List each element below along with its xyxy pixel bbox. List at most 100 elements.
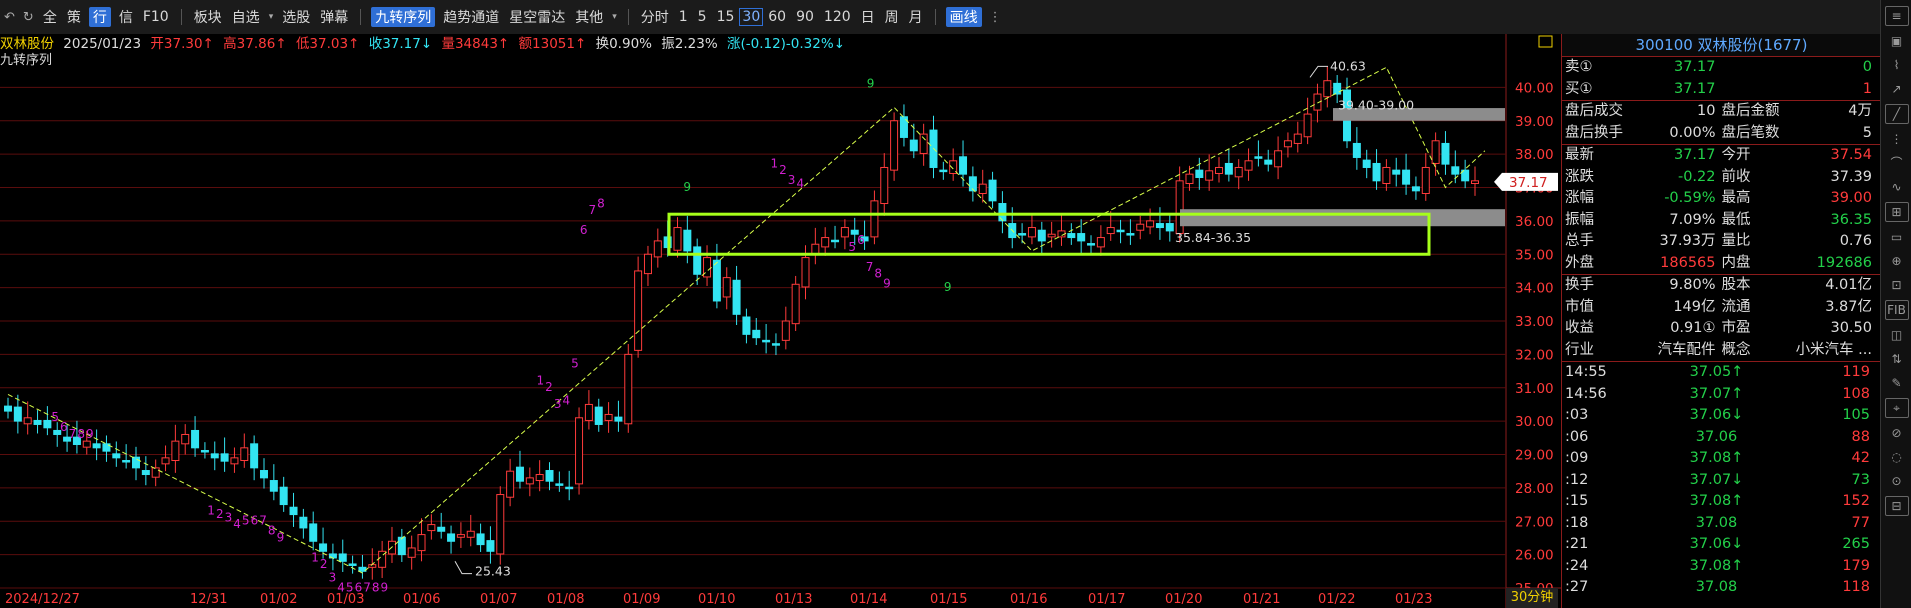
quote-label: 涨幅 bbox=[1565, 190, 1594, 206]
draw-tool-icon[interactable]: ⊟ bbox=[1884, 496, 1909, 516]
toolbar-item-15[interactable]: 5 bbox=[693, 9, 712, 25]
draw-tool-icon[interactable]: ⌇ bbox=[1886, 56, 1908, 74]
x-tick-label: 01/09 bbox=[623, 592, 660, 607]
draw-tool-icon[interactable]: ⋮ bbox=[1886, 130, 1908, 148]
td-count-label: 6 bbox=[60, 420, 68, 434]
toolbar-item-16[interactable]: 15 bbox=[712, 9, 740, 25]
candle bbox=[1077, 233, 1086, 242]
refresh-icon[interactable]: ↻ bbox=[19, 10, 38, 25]
toolbar-item-6[interactable]: 自选 bbox=[227, 7, 265, 27]
quote-value: 39.00 bbox=[1830, 190, 1872, 206]
draw-tool-icon[interactable]: ⊕ bbox=[1886, 252, 1908, 270]
toolbar-item-13[interactable]: 分时 bbox=[636, 7, 674, 27]
toolbar-item-18[interactable]: 60 bbox=[763, 9, 791, 25]
x-tick-label: 01/07 bbox=[480, 592, 517, 607]
quote-title[interactable]: 300100 双林股份(1677) bbox=[1562, 34, 1881, 57]
toolbar-item-19[interactable]: 90 bbox=[791, 9, 819, 25]
draw-tool-icon[interactable]: ⌖ bbox=[1884, 398, 1909, 418]
toolbar-item-3[interactable]: 信 bbox=[114, 7, 138, 27]
period-label[interactable]: 30分钟 bbox=[1506, 588, 1558, 608]
toolbar-item-12[interactable]: 其他 bbox=[570, 7, 608, 27]
indicator-name[interactable]: 九转序列 bbox=[0, 52, 52, 70]
candle bbox=[1392, 169, 1401, 175]
toolbar-item-4[interactable]: F10 bbox=[138, 9, 174, 25]
draw-tool-icon[interactable]: ▭ bbox=[1886, 228, 1908, 246]
td-count-label: 5 bbox=[242, 514, 250, 528]
draw-tool-icon[interactable]: ◫ bbox=[1886, 326, 1908, 344]
toolbar-item-22[interactable]: 周 bbox=[880, 7, 904, 27]
toolbar-item-2[interactable]: 行 bbox=[88, 7, 111, 27]
draw-tool-icon[interactable]: ⊞ bbox=[1884, 202, 1909, 222]
candle bbox=[1018, 233, 1027, 236]
quote-value: 0.91① bbox=[1670, 320, 1716, 336]
draw-tool-icon[interactable]: ⊡ bbox=[1886, 276, 1908, 294]
quote-value: 0 bbox=[1862, 59, 1872, 75]
toolbar-item-24[interactable]: 画线 bbox=[945, 7, 982, 27]
toolbar-item-5[interactable]: 板块 bbox=[189, 7, 227, 27]
tick-p: 37.08↑ bbox=[1689, 493, 1744, 509]
draw-tool-icon[interactable]: ⇅ bbox=[1886, 350, 1908, 368]
x-tick-label: 01/23 bbox=[1395, 592, 1432, 607]
candle bbox=[289, 506, 298, 516]
td-sell-label: 9 bbox=[944, 280, 952, 294]
candle bbox=[1195, 169, 1204, 178]
y-tick-label: 29.00 bbox=[1515, 448, 1554, 464]
candle bbox=[683, 229, 692, 252]
td-count-label: 7 bbox=[363, 580, 371, 594]
toolbar-item-23[interactable]: 月 bbox=[904, 7, 928, 27]
x-tick-label: 01/21 bbox=[1243, 592, 1280, 607]
candle bbox=[575, 417, 584, 485]
toolbar-item-9[interactable]: 九转序列 bbox=[371, 7, 436, 27]
draw-tool-icon[interactable]: ╱ bbox=[1884, 104, 1909, 124]
dropdown-caret-icon[interactable]: ▾ bbox=[265, 12, 278, 22]
candle bbox=[1411, 186, 1420, 192]
y-tick-label: 30.00 bbox=[1515, 414, 1554, 430]
toolbar-item-14[interactable]: 1 bbox=[674, 9, 693, 25]
toolbar-item-7[interactable]: 选股 bbox=[277, 7, 315, 27]
dropdown-caret-icon[interactable]: ▾ bbox=[608, 12, 621, 22]
draw-tool-icon[interactable]: ⊘ bbox=[1886, 424, 1908, 442]
quote-label: 内盘 bbox=[1721, 254, 1751, 271]
toolbar-item-21[interactable]: 日 bbox=[856, 7, 880, 27]
candle bbox=[535, 474, 544, 482]
more-icon[interactable]: ⋮ bbox=[985, 10, 1006, 25]
quote-panel: 300100 双林股份(1677) 卖① 37.17 0 买① 37.17 1 盘后成交 10… bbox=[1561, 34, 1881, 608]
current-price-text: 37.17 bbox=[1509, 175, 1548, 191]
info-amount: 额13051↑ bbox=[518, 36, 587, 52]
quote-row: 盘后换手 0.00% 盘后笔数 5 bbox=[1562, 123, 1881, 145]
y-tick-label: 36.00 bbox=[1515, 214, 1554, 230]
quote-row: 市值 149亿 流通 3.87亿 bbox=[1562, 297, 1881, 319]
tick-p: 37.07↑ bbox=[1689, 385, 1744, 402]
drawing-toolbar: ≡ ▣ ⌇ ↗ ╱ ⋮ ⌒ ∿ ⊞ ▭ ⊕ ⊡ FIB ◫ ⇅ ✎ ⌖ ⊘ ◌ ⊙ ⊟ bbox=[1880, 0, 1911, 608]
candle bbox=[486, 540, 495, 552]
kline-chart[interactable]: 40.0039.0038.0037.0036.0035.0034.0033.00… bbox=[0, 34, 1561, 608]
candle bbox=[151, 467, 160, 478]
draw-tool-icon[interactable]: FIB bbox=[1884, 300, 1909, 320]
y-tick-label: 31.00 bbox=[1515, 381, 1554, 397]
toolbar-item-0[interactable]: 全 bbox=[38, 7, 62, 27]
toolbar-item-17[interactable]: 30 bbox=[739, 8, 764, 26]
candle bbox=[1234, 166, 1243, 178]
toolbar-item-10[interactable]: 趋势通道 bbox=[438, 7, 504, 27]
tick-p: 37.08↑ bbox=[1689, 557, 1744, 574]
candle bbox=[427, 524, 436, 532]
quote-row: 涨跌 -0.22 前收 37.39 bbox=[1562, 167, 1881, 189]
candle bbox=[604, 413, 613, 421]
candle bbox=[1451, 166, 1460, 175]
draw-tool-icon[interactable]: ∿ bbox=[1886, 178, 1908, 196]
draw-tool-icon[interactable]: ⊙ bbox=[1886, 472, 1908, 490]
toolbar-item-11[interactable]: 星空雷达 bbox=[504, 7, 570, 27]
draw-tool-icon[interactable]: ◌ bbox=[1886, 448, 1908, 466]
draw-tool-icon[interactable]: ⌒ bbox=[1886, 154, 1908, 172]
draw-tool-icon[interactable]: ≡ bbox=[1884, 6, 1909, 26]
draw-tool-icon[interactable]: ▣ bbox=[1886, 32, 1908, 50]
toolbar-item-1[interactable]: 策 bbox=[62, 7, 86, 27]
toolbar-item-8[interactable]: 弹幕 bbox=[315, 7, 353, 27]
x-tick-label: 01/02 bbox=[260, 592, 297, 607]
back-icon[interactable]: ↶ bbox=[0, 10, 19, 25]
toolbar-item-20[interactable]: 120 bbox=[819, 9, 856, 25]
quote-label: 换手 bbox=[1565, 277, 1594, 293]
draw-tool-icon[interactable]: ✎ bbox=[1886, 374, 1908, 392]
draw-tool-icon[interactable]: ↗ bbox=[1886, 80, 1908, 98]
quote-label: 概念 bbox=[1721, 341, 1751, 358]
